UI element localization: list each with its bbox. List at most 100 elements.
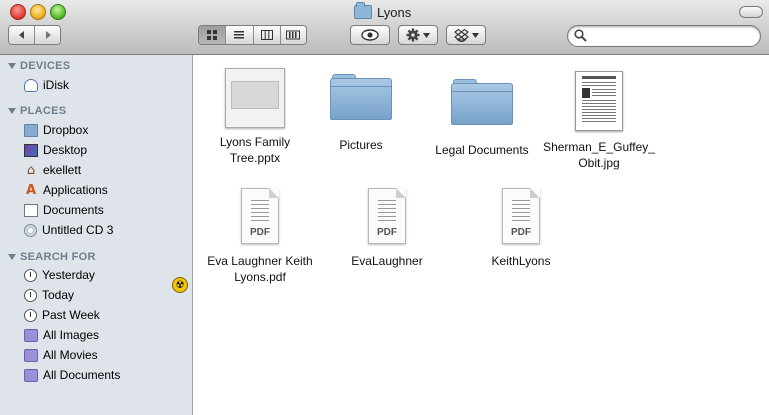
view-mode-control — [198, 25, 307, 45]
sidebar-item-label: All Movies — [43, 348, 98, 362]
sidebar-item-label: Past Week — [42, 308, 100, 322]
file-item[interactable]: Pictures — [316, 68, 406, 153]
sidebar-item-applications[interactable]: A Applications — [24, 181, 108, 199]
toolbar-toggle-button[interactable] — [739, 6, 763, 18]
smart-folder-icon — [24, 328, 38, 342]
pdf-badge: PDF — [511, 227, 531, 238]
sidebar-item-home[interactable]: ⌂ ekellett — [24, 161, 81, 179]
documents-icon — [24, 203, 38, 217]
sidebar-item-label: Applications — [43, 183, 108, 197]
file-name: KeithLyons — [491, 254, 551, 268]
zoom-button[interactable] — [50, 4, 66, 20]
file-item[interactable]: PDF Eva Laughner Keith Lyons.pdf — [199, 188, 321, 285]
sidebar-item-label: Untitled CD 3 — [42, 223, 114, 237]
sidebar-item-desktop[interactable]: Desktop — [24, 141, 87, 159]
file-name: EvaLaughner — [351, 254, 423, 268]
sidebar-item-all-images[interactable]: All Images — [24, 326, 99, 344]
desktop-icon — [24, 143, 38, 157]
pptx-thumbnail — [225, 68, 285, 128]
file-item[interactable]: Lyons Family Tree.pptx — [207, 68, 303, 166]
section-heading: PLACES — [20, 105, 67, 117]
sidebar: DEVICES iDisk PLACES Dropbox Desktop ⌂ e… — [0, 55, 193, 415]
back-arrow-icon — [18, 31, 24, 39]
disclosure-triangle-icon — [8, 108, 16, 114]
file-name: Legal Documents — [435, 143, 529, 157]
sidebar-item-label: All Images — [43, 328, 100, 342]
sidebar-item-all-movies[interactable]: All Movies — [24, 346, 98, 364]
folder-icon — [451, 79, 513, 125]
radioactive-burn-icon[interactable]: ☢ — [172, 277, 188, 293]
list-view-icon — [234, 31, 245, 39]
search-field[interactable] — [567, 25, 761, 47]
forward-arrow-icon — [45, 31, 51, 39]
sidebar-item-today[interactable]: Today — [24, 286, 74, 304]
jpg-thumbnail — [575, 71, 623, 131]
folder-icon — [354, 2, 372, 19]
smart-folder-icon — [24, 368, 38, 382]
disclosure-triangle-icon — [8, 254, 16, 260]
sidebar-item-idisk[interactable]: iDisk — [24, 76, 69, 94]
pdf-icon: PDF — [241, 188, 279, 244]
back-button[interactable] — [9, 26, 36, 44]
folder-icon — [24, 123, 38, 137]
file-item[interactable]: Sherman_E_Guffey_ Obit.jpg — [537, 71, 661, 171]
window-title: Lyons — [354, 2, 412, 20]
sidebar-item-label: Dropbox — [43, 123, 89, 137]
idisk-icon — [24, 78, 38, 92]
sidebar-section-places[interactable]: PLACES — [8, 105, 66, 117]
file-name: Pictures — [339, 138, 383, 152]
section-heading: SEARCH FOR — [20, 251, 96, 263]
gear-icon — [406, 28, 420, 42]
icon-view-button[interactable] — [199, 26, 227, 44]
pdf-badge: PDF — [377, 227, 397, 238]
search-input[interactable] — [590, 28, 754, 46]
clock-icon — [24, 288, 37, 302]
finder-window: Lyons DEVICES iDisk PLACES Dropbox Deskt… — [0, 0, 769, 415]
search-icon — [574, 29, 587, 42]
smart-folder-icon — [24, 348, 38, 362]
dropbox-icon — [453, 28, 469, 42]
sidebar-item-yesterday[interactable]: Yesterday — [24, 266, 95, 284]
sidebar-item-label: All Documents — [43, 368, 121, 382]
file-item[interactable]: PDF KeithLyons — [471, 188, 571, 269]
sidebar-item-label: Documents — [43, 203, 104, 217]
coverflow-view-button[interactable] — [280, 26, 306, 44]
sidebar-section-devices[interactable]: DEVICES — [8, 60, 70, 72]
file-item[interactable]: Legal Documents — [422, 73, 542, 158]
sidebar-item-label: iDisk — [43, 78, 69, 92]
pdf-icon: PDF — [502, 188, 540, 244]
section-heading: DEVICES — [20, 60, 71, 72]
file-browser: Lyons Family Tree.pptx Pictures Legal Do… — [193, 55, 769, 415]
dropdown-arrow-icon — [471, 32, 479, 38]
forward-button[interactable] — [35, 26, 60, 44]
file-item[interactable]: PDF EvaLaughner — [337, 188, 437, 269]
icon-view-icon — [207, 30, 218, 40]
close-button[interactable] — [10, 4, 26, 20]
list-view-button[interactable] — [226, 26, 254, 44]
file-name: Lyons Family Tree.pptx — [219, 135, 291, 165]
sidebar-item-all-documents[interactable]: All Documents — [24, 366, 120, 384]
home-icon: ⌂ — [26, 162, 36, 178]
folder-icon — [330, 74, 392, 120]
minimize-button[interactable] — [30, 4, 46, 20]
eye-icon — [361, 29, 379, 41]
sidebar-item-documents[interactable]: Documents — [24, 201, 104, 219]
pdf-badge: PDF — [250, 227, 270, 238]
window-title-label: Lyons — [377, 4, 412, 20]
cd-icon — [24, 223, 37, 237]
dropdown-arrow-icon — [423, 32, 430, 38]
sidebar-section-search-for[interactable]: SEARCH FOR — [8, 251, 96, 263]
pdf-icon: PDF — [368, 188, 406, 244]
sidebar-item-past-week[interactable]: Past Week — [24, 306, 100, 324]
sidebar-item-untitled-cd[interactable]: Untitled CD 3 — [24, 221, 113, 239]
sidebar-item-label: ekellett — [43, 163, 82, 177]
sidebar-item-dropbox[interactable]: Dropbox — [24, 121, 88, 139]
dropbox-menu-button[interactable] — [446, 25, 486, 45]
applications-icon: A — [25, 182, 37, 198]
column-view-button[interactable] — [253, 26, 281, 44]
action-menu-button[interactable] — [398, 25, 438, 45]
clock-icon — [24, 308, 37, 322]
column-view-icon — [260, 30, 273, 40]
coverflow-view-icon — [286, 30, 301, 40]
quick-look-button[interactable] — [350, 25, 390, 45]
